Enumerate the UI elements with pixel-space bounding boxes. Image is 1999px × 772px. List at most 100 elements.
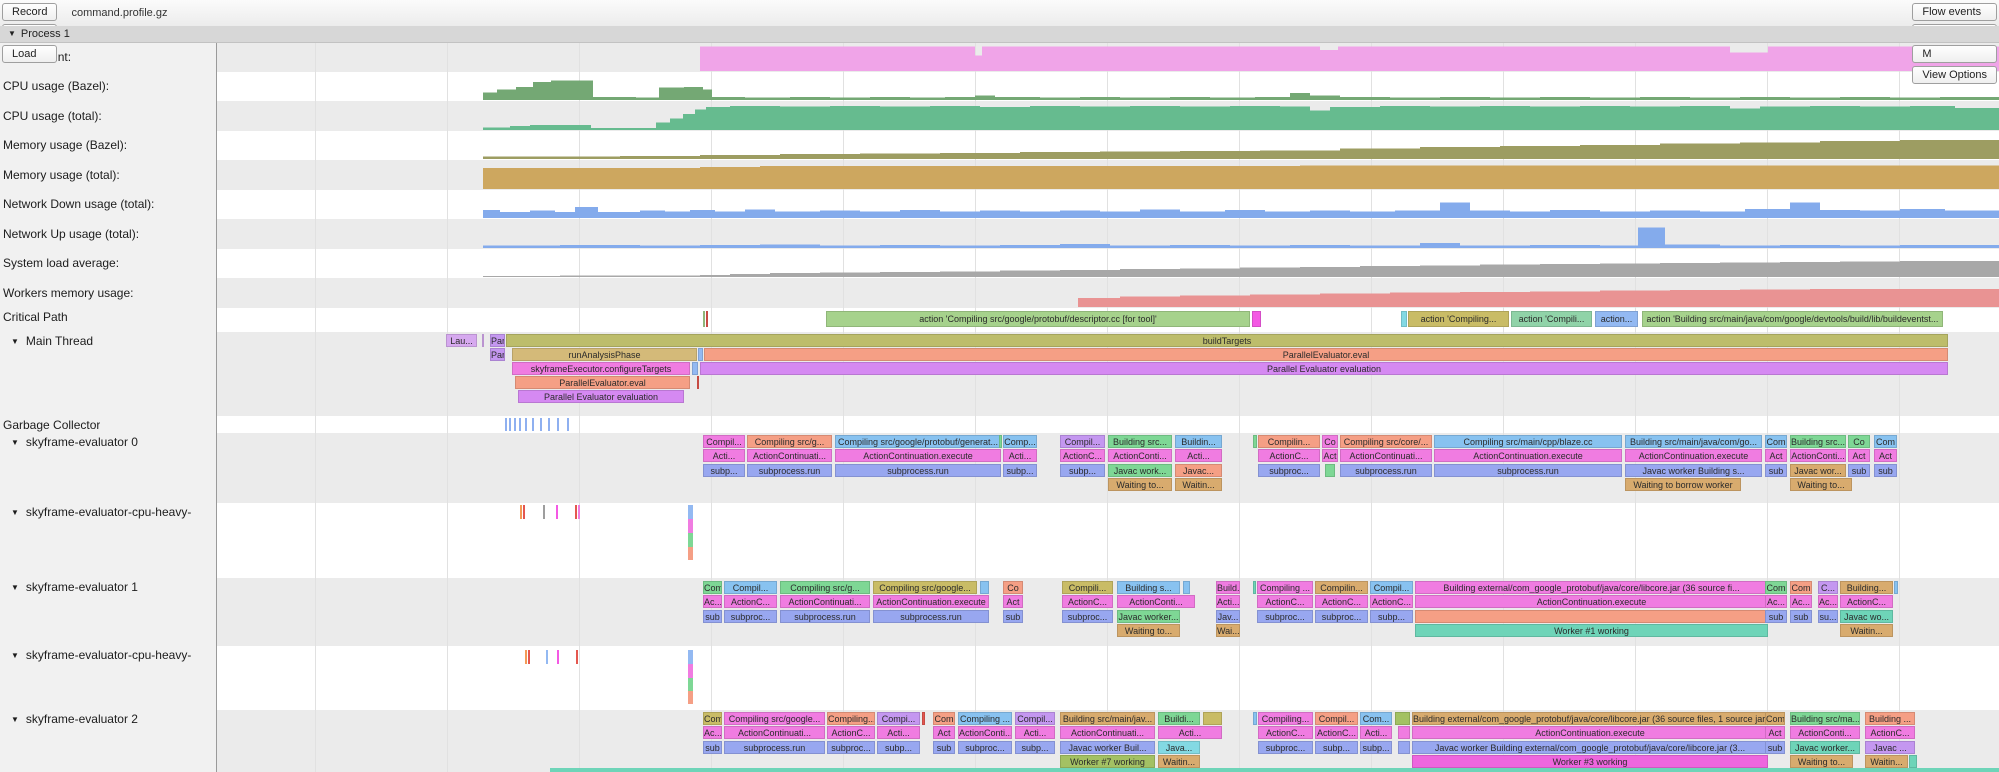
trace-event-bar[interactable]: Javac worker... (1117, 610, 1180, 623)
skyframe-evaluator-cpu-heavy-1-event-sliver[interactable] (688, 533, 693, 547)
trace-event-bar[interactable]: sub (1003, 610, 1023, 623)
trace-event-bar[interactable]: subprocess.run (780, 610, 870, 623)
trace-event-bar[interactable]: Building s... (1117, 581, 1180, 594)
trace-event-bar[interactable]: subprocess.run (747, 464, 832, 477)
skyframe-evaluator-cpu-heavy-2-event-sliver[interactable] (688, 678, 693, 691)
load-button[interactable]: Load (2, 45, 57, 63)
trace-event-bar[interactable]: Compi... (877, 712, 920, 725)
trace-event-bar[interactable] (703, 311, 705, 327)
trace-event-bar[interactable] (1183, 581, 1190, 594)
trace-event-bar[interactable] (980, 581, 989, 594)
garbage-collector-event-tick[interactable] (509, 418, 511, 431)
trace-event-bar[interactable]: ActionContinuation.execute (1625, 449, 1762, 462)
trace-event-bar[interactable] (1203, 712, 1222, 725)
trace-event-bar[interactable]: Building src... (1108, 435, 1172, 448)
process-header[interactable]: ▼Process 1 (0, 26, 1999, 43)
trace-event-bar[interactable]: subp... (1003, 464, 1037, 477)
trace-event-bar[interactable]: subprocess.run (1340, 464, 1432, 477)
clipped-bottom-event-bar[interactable] (550, 768, 1999, 772)
garbage-collector-event-tick[interactable] (548, 418, 550, 431)
trace-event-bar[interactable]: Compili... (1062, 581, 1113, 594)
trace-event-bar[interactable]: ActionConti... (1108, 449, 1172, 462)
skyframe-evaluator-cpu-heavy-2-event-sliver[interactable] (688, 691, 693, 704)
trace-event-bar[interactable]: subprocess.run (873, 610, 989, 623)
trace-event-bar[interactable] (999, 435, 1002, 448)
trace-event-bar[interactable] (1909, 755, 1917, 768)
trace-event-bar[interactable]: Ac... (1765, 595, 1787, 608)
skyframe-evaluator-cpu-heavy-1-event-tick[interactable] (578, 505, 580, 519)
trace-event-bar[interactable]: Compil... (1060, 435, 1105, 448)
trace-event-bar[interactable] (1415, 610, 1768, 623)
trace-event-bar[interactable]: Compiling ... (1257, 581, 1313, 594)
trace-event-bar[interactable]: buildTargets (506, 334, 1948, 347)
trace-event-bar[interactable]: Building src/main/java/com/go... (1625, 435, 1762, 448)
trace-event-bar[interactable]: Act (1322, 449, 1338, 462)
trace-event-bar[interactable]: ActionContinuati... (747, 449, 832, 462)
trace-event-bar[interactable]: ActionContinuation.execute (1434, 449, 1622, 462)
trace-event-bar[interactable]: sub (1765, 610, 1787, 623)
trace-event-bar[interactable]: Parallel Evaluator evaluation (518, 390, 684, 403)
trace-event-bar[interactable]: subp... (1315, 741, 1358, 754)
trace-event-bar[interactable]: ActionContinuati... (1060, 726, 1155, 739)
trace-event-bar[interactable]: ParallelEvaluator.eval (515, 376, 690, 389)
trace-event-bar[interactable]: Waiting to borrow worker (1625, 478, 1741, 491)
garbage-collector-event-tick[interactable] (514, 418, 516, 431)
trace-event-bar[interactable]: Compiling ... (958, 712, 1012, 725)
trace-event-bar[interactable]: Building external/com_google_protobuf/ja… (1412, 712, 1768, 725)
trace-event-bar[interactable]: ActionC... (1315, 726, 1358, 739)
trace-event-bar[interactable] (482, 334, 484, 347)
trace-event-bar[interactable]: ActionContinuation.execute (1412, 726, 1768, 739)
trace-event-bar[interactable]: ActionC... (827, 726, 875, 739)
trace-event-bar[interactable]: ActionC... (1258, 449, 1320, 462)
action-count-chart[interactable] (217, 42, 1999, 72)
trace-event-bar[interactable]: ActionContinuati... (724, 726, 825, 739)
trace-event-bar[interactable]: sub (1790, 610, 1812, 623)
trace-event-bar[interactable] (692, 362, 698, 375)
trace-event-bar[interactable]: skyframeExecutor.configureTargets (512, 362, 690, 375)
trace-event-bar[interactable]: Jav... (1216, 610, 1240, 623)
memory-usage-total-chart[interactable] (217, 160, 1999, 190)
trace-event-bar[interactable]: Build... (1216, 581, 1240, 594)
trace-event-bar[interactable]: subproc... (1257, 610, 1313, 623)
trace-event-bar[interactable]: subproc... (1315, 610, 1368, 623)
trace-event-bar[interactable]: subproc... (724, 610, 777, 623)
trace-event-bar[interactable]: Compiling src/main/cpp/blaze.cc (1434, 435, 1622, 448)
trace-event-bar[interactable]: ActionContinuati... (1340, 449, 1432, 462)
trace-event-bar[interactable]: subp... (703, 464, 745, 477)
trace-event-bar[interactable]: subp... (1060, 464, 1105, 477)
trace-event-bar[interactable] (1252, 311, 1261, 327)
skyframe-evaluator-cpu-heavy-1-event-sliver[interactable] (688, 505, 693, 519)
trace-event-bar[interactable]: Worker #3 working (1412, 755, 1768, 768)
trace-event-bar[interactable]: subproc... (1258, 464, 1320, 477)
trace-event-bar[interactable]: Co (1322, 435, 1338, 448)
garbage-collector-event-tick[interactable] (557, 418, 559, 431)
trace-event-bar[interactable]: Compilin... (1315, 581, 1368, 594)
skyframe-evaluator-cpu-heavy-1-label[interactable]: ▼skyframe-evaluator-cpu-heavy- (11, 505, 191, 520)
trace-event-bar[interactable]: Javac... (1175, 464, 1222, 477)
trace-event-bar[interactable]: Com (933, 712, 955, 725)
skyframe-evaluator-cpu-heavy-1-event-sliver[interactable] (688, 519, 693, 533)
trace-event-bar[interactable]: ActionC... (724, 595, 777, 608)
trace-event-bar[interactable]: Ac... (1790, 595, 1812, 608)
trace-event-bar[interactable]: Javac worker Buil... (1060, 741, 1155, 754)
skyframe-evaluator-cpu-heavy-1-event-tick[interactable] (556, 505, 558, 519)
trace-event-bar[interactable]: action 'Building src/main/java/com/googl… (1642, 311, 1943, 327)
trace-event-bar[interactable]: Worker #7 working (1060, 755, 1155, 768)
trace-event-bar[interactable]: Javac worker Building s... (1625, 464, 1762, 477)
trace-event-bar[interactable]: Lau... (446, 334, 477, 347)
trace-event-bar[interactable]: Compilin... (1258, 435, 1320, 448)
skyframe-evaluator-cpu-heavy-1-event-tick[interactable] (523, 505, 525, 519)
trace-event-bar[interactable] (1253, 712, 1257, 725)
trace-event-bar[interactable]: Comp... (1003, 435, 1037, 448)
garbage-collector-event-tick[interactable] (505, 418, 507, 431)
trace-event-bar[interactable]: ParallelEvaluator.eval (704, 348, 1948, 361)
trace-event-bar[interactable]: Worker #1 working (1415, 624, 1768, 637)
trace-event-bar[interactable]: ActionConti... (1790, 726, 1860, 739)
trace-event-bar[interactable]: ActionContinuati... (780, 595, 870, 608)
trace-event-bar[interactable] (1253, 435, 1257, 448)
trace-event-bar[interactable]: Com (1765, 712, 1785, 725)
trace-event-bar[interactable]: ActionContinuation.execute (1415, 595, 1768, 608)
trace-event-bar[interactable]: sub (1848, 464, 1870, 477)
skyframe-evaluator-cpu-heavy-1-event-sliver[interactable] (688, 547, 693, 560)
trace-event-bar[interactable]: ActionContinuation.execute (835, 449, 1001, 462)
